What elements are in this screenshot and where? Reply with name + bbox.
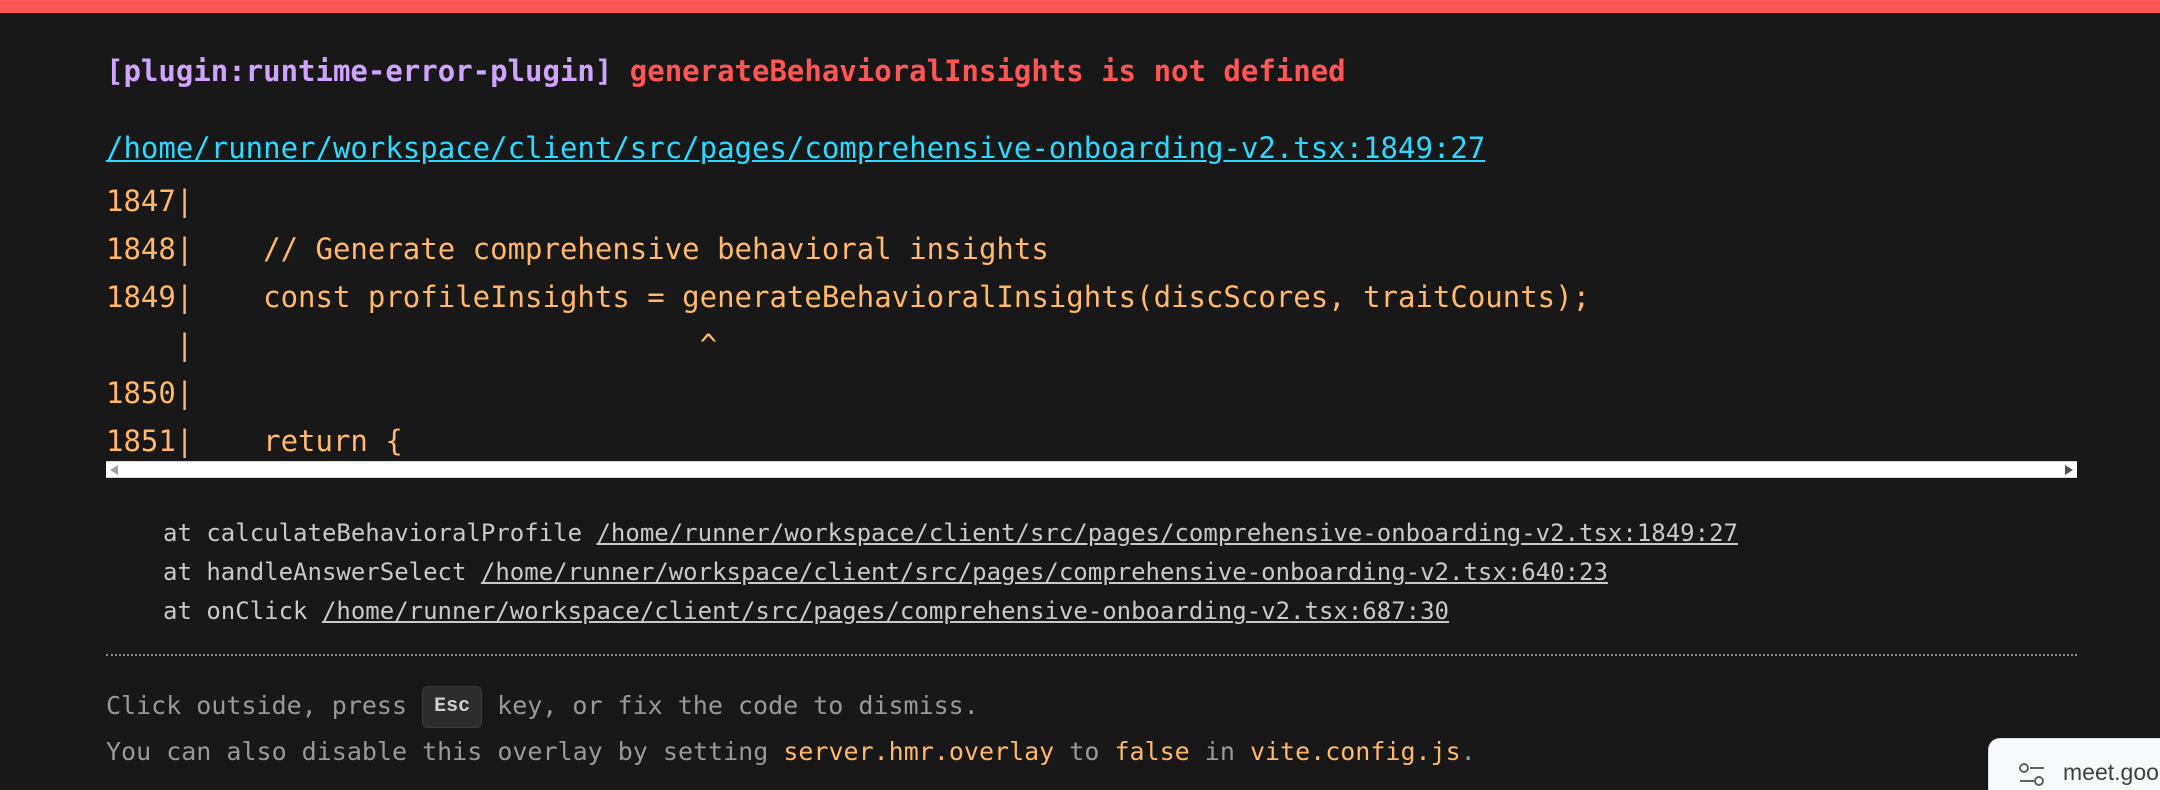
- stack-frame: at onClick /home/runner/workspace/client…: [163, 592, 1738, 631]
- stack-trace: at calculateBehavioralProfile /home/runn…: [163, 514, 1738, 631]
- config-file: vite.config.js: [1249, 737, 1461, 766]
- stack-frame-function: at calculateBehavioralProfile: [163, 519, 597, 547]
- code-frame: 1847| 1848| // Generate comprehensive be…: [106, 177, 2077, 465]
- scroll-right-arrow-icon[interactable]: [2065, 465, 2073, 475]
- error-message: [plugin:runtime-error-plugin] generateBe…: [106, 53, 1346, 89]
- meet-label: meet.goo: [2063, 759, 2159, 785]
- sliders-icon: [2019, 763, 2044, 786]
- stack-frame-function: at handleAnswerSelect: [163, 558, 481, 586]
- disable-tip: You can also disable this overlay by set…: [106, 733, 1476, 771]
- divider: [106, 654, 2077, 656]
- stack-frame: at handleAnswerSelect /home/runner/works…: [163, 553, 1738, 592]
- stack-frame-link[interactable]: /home/runner/workspace/client/src/pages/…: [322, 597, 1449, 625]
- tip-text: key, or fix the code to dismiss.: [482, 691, 979, 720]
- esc-key: Esc: [422, 686, 483, 728]
- dismiss-tip: Click outside, press Esc key, or fix the…: [106, 684, 979, 728]
- scroll-left-arrow-icon[interactable]: [110, 465, 118, 475]
- stack-frame-link[interactable]: /home/runner/workspace/client/src/pages/…: [481, 558, 1608, 586]
- tip-text: in: [1189, 737, 1250, 766]
- error-accent-bar: [0, 0, 2160, 13]
- stack-frame-function: at onClick: [163, 597, 322, 625]
- code-line: 1847|: [106, 184, 194, 218]
- stack-frame-link[interactable]: /home/runner/workspace/client/src/pages/…: [596, 519, 1738, 547]
- tip-text: to: [1054, 737, 1115, 766]
- code-line: 1848| // Generate comprehensive behavior…: [106, 232, 1049, 266]
- config-option: server.hmr.overlay: [783, 737, 1055, 766]
- config-value: false: [1114, 737, 1190, 766]
- stack-frame: at calculateBehavioralProfile /home/runn…: [163, 514, 1738, 553]
- meet-share-chip[interactable]: meet.goo: [1988, 738, 2160, 790]
- code-line: 1851| return {: [106, 424, 403, 458]
- code-line: 1850|: [106, 376, 194, 410]
- tip-text: You can also disable this overlay by set…: [106, 737, 784, 766]
- error-file-link[interactable]: /home/runner/workspace/client/src/pages/…: [106, 130, 1485, 166]
- plugin-name: [plugin:runtime-error-plugin]: [106, 54, 613, 88]
- code-line: 1849| const profileInsights = generateBe…: [106, 280, 1591, 314]
- error-text: generateBehavioralInsights is not define…: [629, 54, 1346, 88]
- tip-text: Click outside, press: [106, 691, 423, 720]
- tip-text: .: [1460, 737, 1476, 766]
- code-frame-scrollbar[interactable]: [106, 461, 2077, 478]
- code-line-caret: | ^: [106, 328, 718, 362]
